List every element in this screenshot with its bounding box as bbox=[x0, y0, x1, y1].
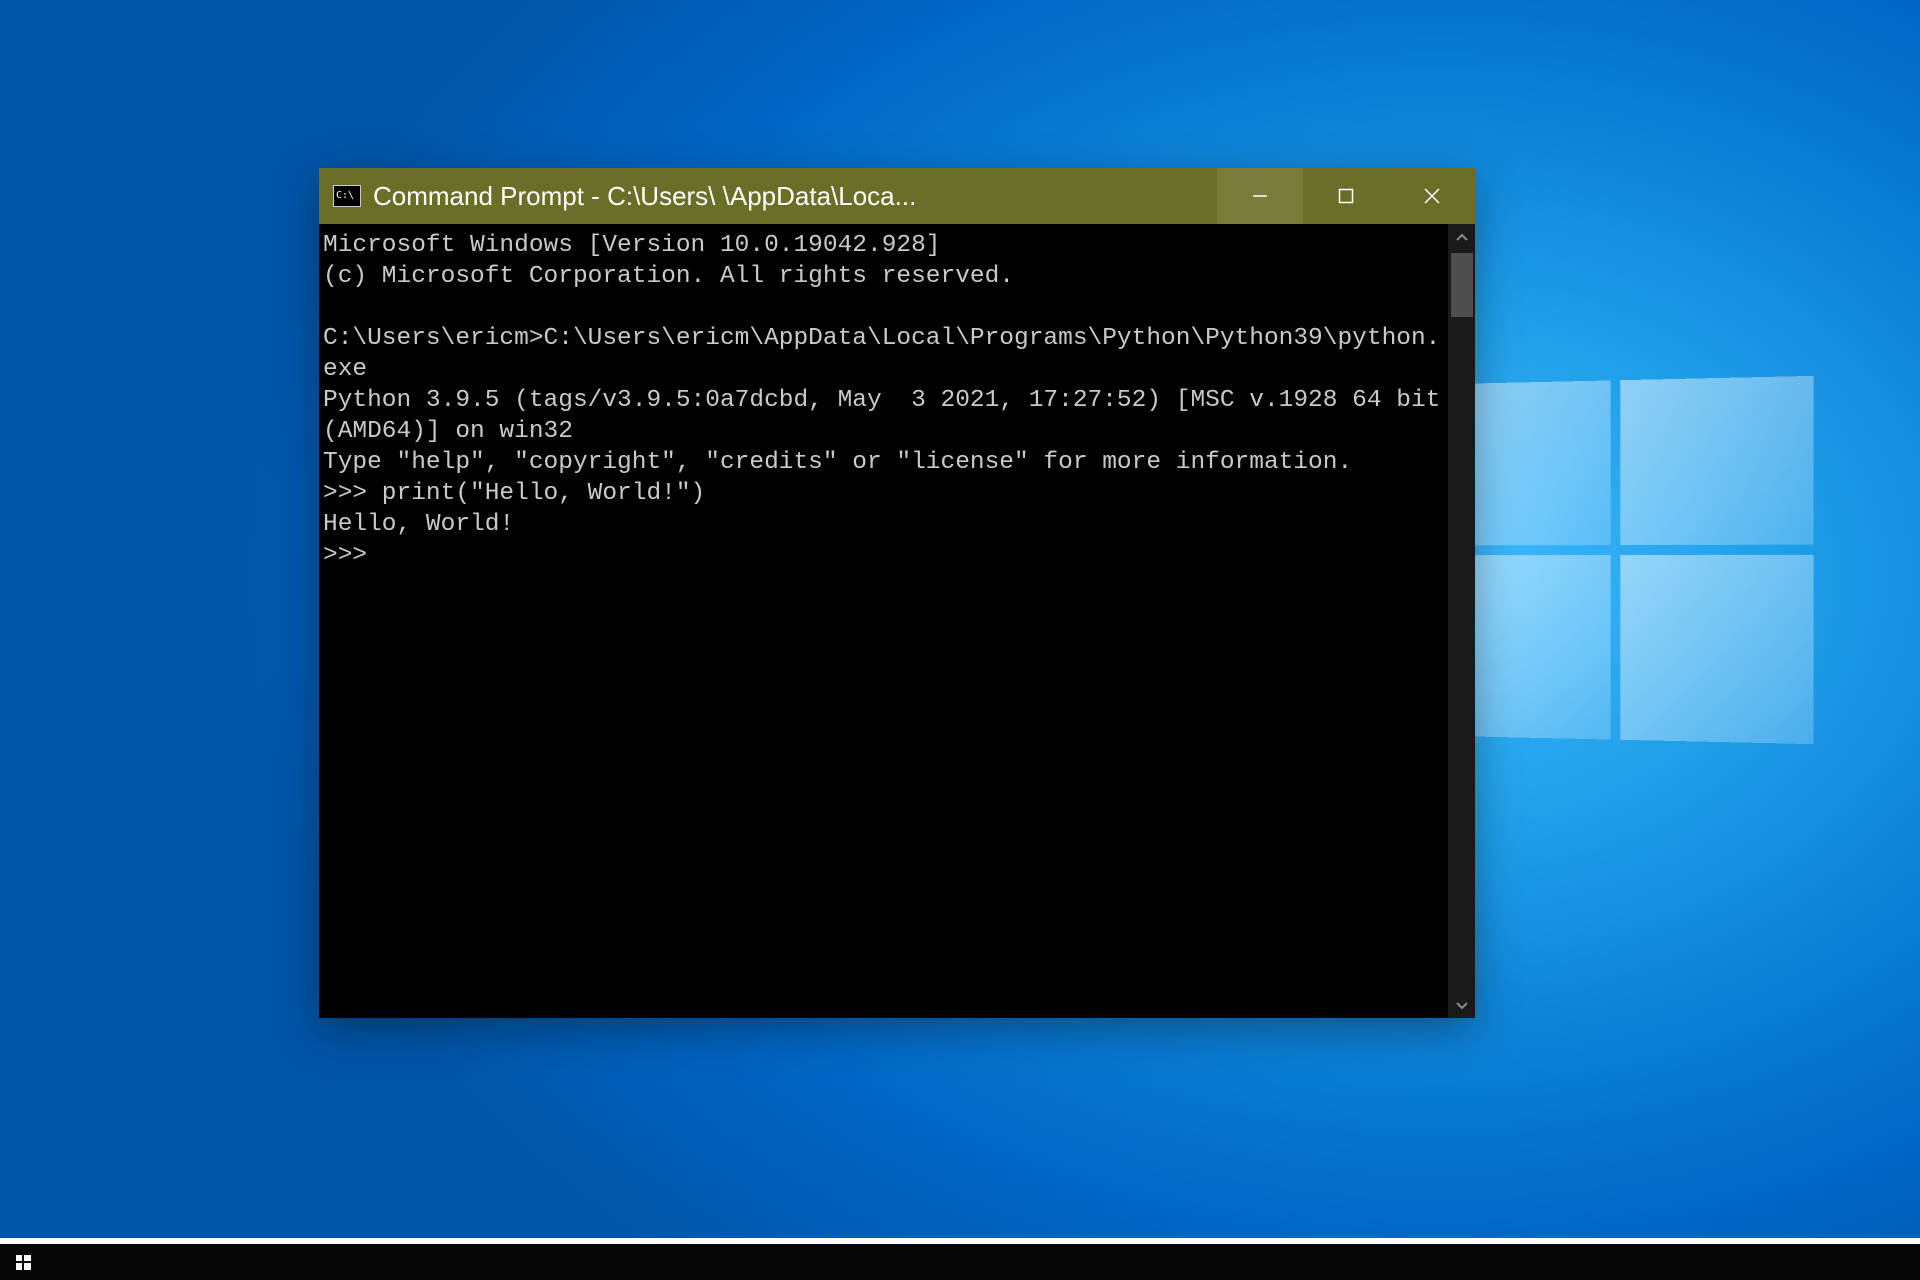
cmd-icon: C:\ bbox=[333, 185, 361, 207]
close-icon bbox=[1422, 186, 1442, 206]
taskbar[interactable] bbox=[0, 1238, 1920, 1280]
minimize-button[interactable] bbox=[1217, 168, 1303, 224]
start-button[interactable] bbox=[0, 1244, 46, 1280]
maximize-icon bbox=[1337, 187, 1355, 205]
terminal-area: Microsoft Windows [Version 10.0.19042.92… bbox=[319, 224, 1475, 1018]
window-controls bbox=[1217, 168, 1475, 224]
chevron-down-icon bbox=[1455, 998, 1469, 1012]
terminal-output[interactable]: Microsoft Windows [Version 10.0.19042.92… bbox=[319, 224, 1448, 1018]
window-title: Command Prompt - C:\Users\ \AppData\Loca… bbox=[373, 181, 1217, 212]
minimize-icon bbox=[1251, 187, 1269, 205]
scroll-thumb[interactable] bbox=[1451, 253, 1473, 317]
vertical-scrollbar[interactable] bbox=[1448, 224, 1475, 1018]
maximize-button[interactable] bbox=[1303, 168, 1389, 224]
title-bar[interactable]: C:\ Command Prompt - C:\Users\ \AppData\… bbox=[319, 168, 1475, 224]
scroll-down-button[interactable] bbox=[1448, 991, 1475, 1018]
scroll-up-button[interactable] bbox=[1448, 224, 1475, 251]
cmd-icon-label: C:\ bbox=[336, 191, 354, 201]
windows-start-icon bbox=[16, 1255, 31, 1270]
chevron-up-icon bbox=[1455, 231, 1469, 245]
windows-logo-wallpaper bbox=[1450, 376, 1819, 744]
close-button[interactable] bbox=[1389, 168, 1475, 224]
command-prompt-window: C:\ Command Prompt - C:\Users\ \AppData\… bbox=[319, 168, 1475, 1018]
